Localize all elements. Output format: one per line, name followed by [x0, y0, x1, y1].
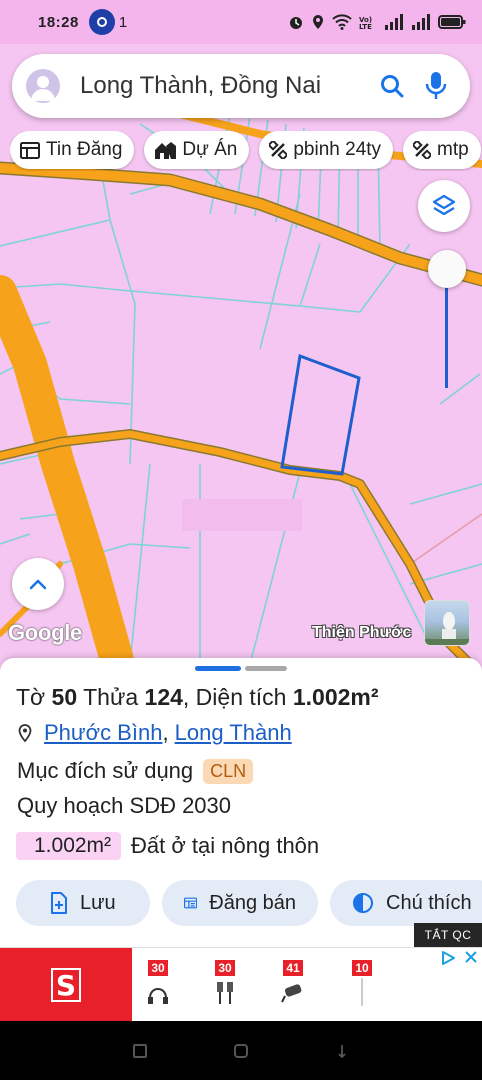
- search-icon[interactable]: [374, 68, 410, 104]
- chip-label: Dự Án: [182, 139, 238, 160]
- avatar[interactable]: [26, 69, 60, 103]
- parcel-info-sheet: Tờ 50 Thửa 124, Diện tích 1.002m² Phước …: [0, 658, 482, 948]
- search-bar[interactable]: Long Thành, Đồng Nai: [12, 54, 470, 118]
- ad-product[interactable]: 30: [213, 960, 237, 1006]
- chip-pbinh[interactable]: pbinh 24ty: [259, 131, 394, 169]
- user-icon: [31, 76, 55, 101]
- google-attribution: Google: [8, 620, 82, 645]
- area-value: 1.002m²: [292, 684, 379, 710]
- ad-product[interactable]: 10: [350, 960, 374, 1006]
- district-link[interactable]: Long Thành: [175, 720, 292, 746]
- action-buttons: Lưu Đăng bán Chú thích: [16, 880, 482, 926]
- selected-parcel-outline: [280, 353, 361, 476]
- parcel-prefix: Thửa: [83, 684, 139, 710]
- recent-apps-icon: [133, 1043, 148, 1058]
- chip-tin-dang[interactable]: Tin Đăng: [10, 131, 135, 169]
- planning-area-badge: 1.002m²: [16, 832, 122, 860]
- chip-du-an[interactable]: Dự Án: [144, 131, 250, 169]
- cable-icon: [217, 982, 233, 1004]
- opacity-slider-knob[interactable]: [428, 250, 466, 288]
- ad-product[interactable]: 30: [146, 960, 170, 1006]
- legend-label: Chú thích: [386, 891, 472, 914]
- sheet-number: 50: [51, 684, 78, 710]
- roads: [0, 110, 482, 664]
- map-pin-icon: [18, 724, 32, 742]
- chip-label: mtp: [437, 139, 469, 160]
- houses-icon: [155, 142, 177, 159]
- save-label: Lưu: [80, 891, 116, 914]
- layers-button[interactable]: [418, 180, 470, 232]
- ad-banner[interactable]: S 30 30 41 10: [0, 947, 482, 1022]
- cable-icon: [281, 984, 302, 1003]
- ad-logo-letter: S: [51, 968, 81, 1002]
- place-label[interactable]: Thiện Phước: [312, 624, 411, 642]
- notification-count: 1: [118, 13, 128, 31]
- save-button[interactable]: Lưu: [16, 880, 150, 926]
- ad-close-label[interactable]: TẮT QC: [414, 923, 482, 947]
- chip-label: pbinh 24ty: [293, 139, 382, 160]
- purpose-code-badge: CLN: [203, 758, 254, 784]
- battery-icon: [438, 15, 466, 29]
- chip-label: Tin Đăng: [46, 139, 123, 160]
- expand-sheet-button[interactable]: [12, 558, 64, 610]
- legend-button[interactable]: Chú thích: [330, 880, 482, 926]
- planning-type: Đất ở tại nông thôn: [131, 833, 320, 858]
- signal-icon-2: [412, 14, 430, 30]
- back-button[interactable]: [330, 1039, 354, 1063]
- app-notification-icon: [88, 9, 115, 35]
- status-bar: 18:28 1 Vo) LTE: [0, 0, 482, 44]
- ad-product-number: 30: [148, 960, 168, 976]
- chip-mtp[interactable]: mtp: [403, 131, 481, 169]
- location-icon: [313, 15, 323, 29]
- planning-area-line: 1.002m² Đất ở tại nông thôn: [16, 832, 319, 860]
- status-icons: Vo) LTE: [288, 14, 466, 30]
- back-icon: [338, 1044, 346, 1058]
- layers-icon: [432, 194, 456, 216]
- system-nav-bar: [0, 1021, 482, 1080]
- sheet-prefix: Tờ: [16, 684, 46, 710]
- land-use-purpose: Mục đích sử dụng CLN: [17, 758, 254, 784]
- alarm-icon: [290, 17, 302, 29]
- planning-label: Quy hoạch SDĐ 2030: [17, 793, 232, 818]
- microphone-icon[interactable]: [418, 68, 454, 104]
- ad-product-number: 10: [352, 960, 372, 976]
- parcel-title: Tờ 50 Thửa 124, Diện tích 1.002m²: [16, 684, 379, 711]
- cable-icon: [148, 988, 168, 1004]
- signal-icon-1: [385, 14, 403, 30]
- ad-logo[interactable]: S: [0, 948, 132, 1022]
- cable-icon: [361, 978, 363, 1006]
- place-thumbnail[interactable]: [424, 600, 470, 646]
- percent-icon: [269, 141, 288, 159]
- ad-product-number: 41: [283, 960, 303, 976]
- sheet-handle[interactable]: [195, 666, 287, 671]
- location-line: Phước Bình, Long Thành: [18, 720, 292, 746]
- contrast-icon: [353, 893, 373, 913]
- parcel-number: 124: [144, 684, 183, 710]
- ward-link[interactable]: Phước Bình: [44, 720, 162, 746]
- ad-product-number: 30: [215, 960, 235, 976]
- ad-choices-icon: [442, 951, 455, 965]
- post-sale-button[interactable]: Đăng bán: [162, 880, 318, 926]
- add-file-icon: [51, 892, 67, 914]
- statue-photo-icon: [425, 612, 469, 645]
- close-icon[interactable]: [464, 950, 478, 964]
- home-icon: [233, 1043, 248, 1058]
- chevron-up-icon: [29, 579, 47, 590]
- area-prefix: , Diện tích: [182, 684, 287, 710]
- ad-product[interactable]: 41: [281, 960, 305, 1006]
- calendar-icon: [20, 142, 40, 159]
- volte-icon: Vo)LTE: [359, 16, 372, 30]
- percent-icon: [413, 141, 432, 159]
- listing-icon: [184, 897, 198, 909]
- status-time: 18:28: [38, 13, 79, 31]
- post-sale-label: Đăng bán: [209, 891, 296, 914]
- home-button[interactable]: [229, 1039, 253, 1063]
- ad-choices[interactable]: [440, 950, 478, 966]
- filter-chips: Tin Đăng Dự Án pbinh 24ty mtp: [10, 131, 482, 171]
- svg-text:LTE: LTE: [359, 23, 372, 30]
- purpose-label: Mục đích sử dụng: [17, 758, 194, 783]
- search-input[interactable]: Long Thành, Đồng Nai: [80, 72, 374, 100]
- wifi-icon: [332, 14, 352, 30]
- recent-apps-button[interactable]: [128, 1039, 152, 1063]
